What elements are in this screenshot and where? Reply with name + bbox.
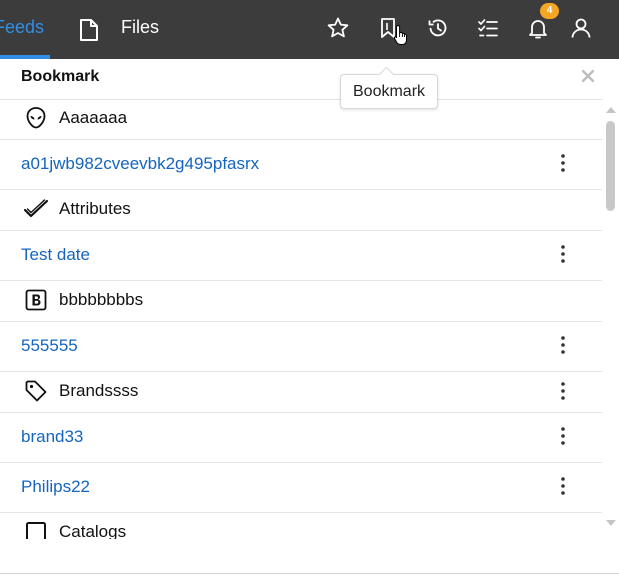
bookmark-item: a01jwb982cveevbk2g495pfasrx <box>0 140 602 190</box>
top-navigation-bar: Feeds Files <box>0 0 619 59</box>
tab-feeds-label: Feeds <box>0 17 45 37</box>
checklist-icon <box>476 16 500 40</box>
more-options-icon[interactable] <box>553 332 573 358</box>
notifications-count-badge: 4 <box>540 3 559 19</box>
more-options-icon[interactable] <box>553 241 573 267</box>
check-icon <box>23 196 49 222</box>
bookmark-item: brand33 <box>0 413 602 463</box>
bookmark-item-link[interactable]: brand33 <box>21 427 83 447</box>
bookmark-group-label: Catalogs <box>59 522 127 539</box>
user-menu-button[interactable] <box>565 12 597 44</box>
history-icon <box>426 16 450 40</box>
alien-icon <box>23 105 49 131</box>
square-icon <box>23 519 49 539</box>
bookmark-group-label: Brandssss <box>59 381 139 400</box>
tab-feeds[interactable]: Feeds <box>0 0 50 59</box>
history-button[interactable] <box>422 12 454 44</box>
more-options-icon[interactable] <box>553 378 573 404</box>
close-icon <box>581 69 595 88</box>
tag-icon <box>23 378 49 404</box>
bookmark-group[interactable]: Attributes <box>0 190 602 231</box>
hand-pointer-cursor-icon <box>393 24 409 51</box>
bell-icon <box>526 16 550 40</box>
bookmark-item-link[interactable]: 555555 <box>21 336 78 356</box>
bold-b-icon <box>23 287 49 313</box>
bookmark-item-link[interactable]: Philips22 <box>21 477 90 497</box>
bookmark-group[interactable]: Aaaaaaa <box>0 99 602 140</box>
star-icon <box>326 16 350 40</box>
bookmark-tooltip: Bookmark <box>340 74 439 109</box>
tab-files-label: Files <box>121 17 160 37</box>
more-options-icon[interactable] <box>553 150 573 176</box>
panel-title: Bookmark <box>21 68 100 85</box>
panel-bottom-divider <box>0 573 619 574</box>
bookmark-item: Philips22 <box>0 463 602 513</box>
close-panel-button[interactable] <box>579 69 597 87</box>
bookmark-group-label: bbbbbbbbs <box>59 290 144 309</box>
bookmark-item-link[interactable]: Test date <box>21 245 90 265</box>
scrollbar-thumb[interactable] <box>606 121 615 211</box>
bookmark-item: 555555 <box>0 322 602 372</box>
bookmark-group[interactable]: Catalogs <box>0 513 602 539</box>
bookmark-item-link[interactable]: a01jwb982cveevbk2g495pfasrx <box>21 154 259 174</box>
bookmark-group[interactable]: Brandssss <box>0 372 602 413</box>
scroll-up-arrow-icon[interactable] <box>606 107 616 113</box>
bookmark-list: Aaaaaaa a01jwb982cveevbk2g495pfasrx Attr… <box>0 99 602 539</box>
list-scrollbar[interactable] <box>602 99 619 539</box>
more-options-icon[interactable] <box>553 473 573 499</box>
tasks-button[interactable] <box>472 12 504 44</box>
bookmark-panel-header: Bookmark <box>0 59 619 100</box>
user-icon <box>569 16 593 40</box>
scroll-down-arrow-icon[interactable] <box>606 520 616 526</box>
bookmark-group[interactable]: bbbbbbbbs <box>0 281 602 322</box>
file-icon <box>78 18 100 47</box>
more-options-icon[interactable] <box>553 423 573 449</box>
favorites-button[interactable] <box>322 12 354 44</box>
bookmark-group-label: Aaaaaaa <box>59 108 128 127</box>
bookmark-group-label: Attributes <box>59 199 131 218</box>
bookmark-item: Test date <box>0 231 602 281</box>
tab-files[interactable]: Files <box>74 0 174 59</box>
